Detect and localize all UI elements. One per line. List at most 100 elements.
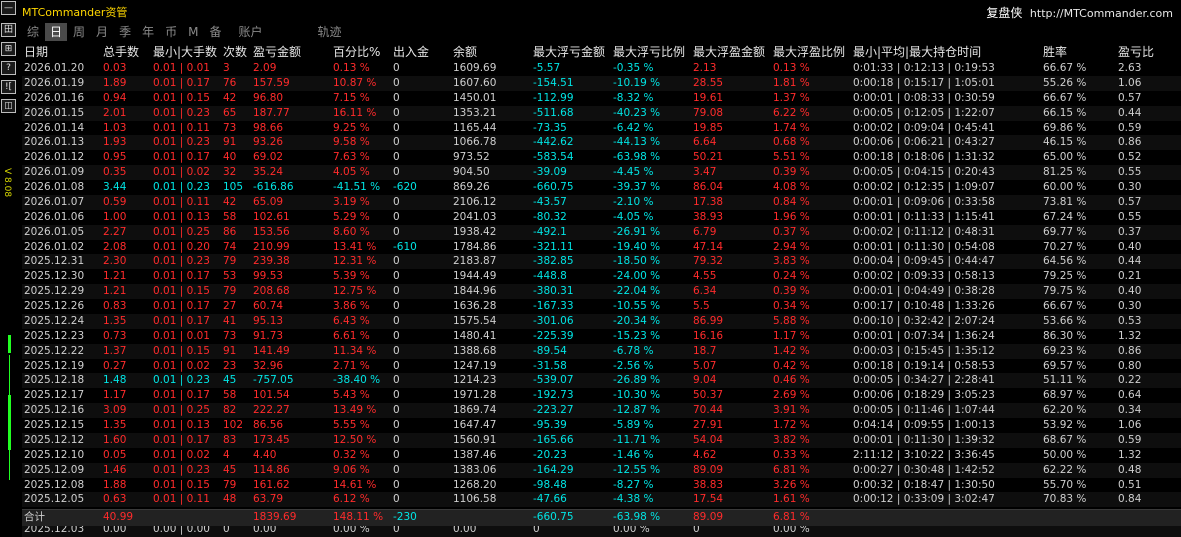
table-row[interactable]: 2026.01.07 0.59 0.01 | 0.11 42 65.09 3.19 % 0 2… <box>22 194 1181 210</box>
cell-max-float-profit: 5.5 <box>693 300 710 312</box>
table-row[interactable]: 2025.12.24 1.35 0.01 | 0.17 41 95.13 6.43 % 0 1… <box>22 313 1181 329</box>
cell-max-float-profit-pct: 1.74 % <box>773 121 810 134</box>
column-header-max-float-profit-pct[interactable]: 最大浮盈比例 <box>773 43 845 61</box>
column-header-date[interactable]: 日期 <box>24 43 48 61</box>
cell-max-float-profit-pct: 1.37 % <box>773 91 810 104</box>
tab-account[interactable]: 账户 <box>233 23 267 41</box>
table-row[interactable]: 2026.01.08 3.44 0.01 | 0.23 105 -616.86 -41.5… <box>22 180 1181 195</box>
grid-icon[interactable]: 田 <box>1 23 16 37</box>
table-row[interactable]: 2025.12.26 0.83 0.01 | 0.17 27 60.74 3.86 % 0 1… <box>22 299 1181 314</box>
window-icon[interactable]: ◫ <box>1 99 16 113</box>
cell-max-float-loss-pct: -4.38 % <box>613 493 654 506</box>
tab-quarter[interactable]: 季 <box>114 23 136 41</box>
help-icon[interactable]: ? <box>1 61 16 75</box>
column-header-balance[interactable]: 余额 <box>453 43 477 61</box>
table-row[interactable]: 2025.12.08 1.88 0.01 | 0.15 79 161.62 14.61 %… <box>22 478 1181 493</box>
minimize-icon[interactable]: — <box>1 1 16 15</box>
cell-max-float-loss-pct: -2.10 % <box>613 195 654 208</box>
column-header-max-float-profit[interactable]: 最大浮盈金额 <box>693 43 765 61</box>
cell-date: 2026.01.14 <box>24 121 85 134</box>
table-row[interactable]: 2025.12.30 1.21 0.01 | 0.17 53 99.53 5.39 % 0 1… <box>22 269 1181 284</box>
cell-total-lots: 3.09 <box>103 404 127 417</box>
cell-cash-flow: 0 <box>393 478 400 491</box>
table-row[interactable]: 2025.12.15 1.35 0.01 | 0.13 102 86.56 5.55 % 0… <box>22 418 1181 433</box>
table-row[interactable]: 2026.01.20 0.03 0.01 | 0.01 3 2.09 0.13 % 0 160… <box>22 61 1181 76</box>
column-header-hold-time[interactable]: 最小|平均|最大持仓时间 <box>853 43 981 61</box>
table-row[interactable]: 2026.01.09 0.35 0.01 | 0.02 32 35.24 4.05 % 0 9… <box>22 165 1181 180</box>
table-row[interactable]: 2025.12.09 1.46 0.01 | 0.23 45 114.86 9.06 % 0… <box>22 462 1181 478</box>
column-header-pnl[interactable]: 盈亏金额 <box>253 43 301 61</box>
cell-hold-time: 0:00:02 | 0:11:12 | 0:48:31 <box>853 225 995 238</box>
candle-mark <box>8 395 11 450</box>
cell-hold-time: 0:00:02 | 0:09:04 | 0:45:41 <box>853 121 995 134</box>
table-row[interactable]: 2025.12.16 3.09 0.01 | 0.25 82 222.27 13.49 %… <box>22 403 1181 418</box>
table-row[interactable]: 2026.01.14 1.03 0.01 | 0.11 73 98.66 9.25 % 0 1… <box>22 121 1181 136</box>
tab-year[interactable]: 年 <box>137 23 159 41</box>
cell-max-float-loss-pct: -26.91 % <box>613 225 661 238</box>
cell-max-float-loss: -492.1 <box>533 225 567 238</box>
table-row[interactable]: 2025.12.10 0.05 0.01 | 0.02 4 4.40 0.32 % 0 138… <box>22 448 1181 463</box>
cell-date: 2026.01.05 <box>24 225 85 238</box>
table-row[interactable]: 2026.01.13 1.93 0.01 | 0.23 91 93.26 9.58 % 0 1… <box>22 135 1181 151</box>
cell-balance: 1944.49 <box>453 270 497 283</box>
table-row[interactable]: 2025.12.29 1.21 0.01 | 0.15 79 208.68 12.75 %… <box>22 284 1181 299</box>
column-header-pnl-percent[interactable]: 百分比% <box>333 43 380 61</box>
cell-win-rate: 62.20 % <box>1043 404 1087 417</box>
cell-max-float-profit-pct: 1.17 % <box>773 329 810 342</box>
table-row[interactable]: 2026.01.15 2.01 0.01 | 0.23 65 187.77 16.11 %… <box>22 105 1181 121</box>
cell-hold-time: 0:00:17 | 0:10:48 | 1:33:26 <box>853 300 995 312</box>
column-header-total-lots[interactable]: 总手数 <box>103 43 139 61</box>
column-header-win-rate[interactable]: 胜率 <box>1043 43 1067 61</box>
cell-win-rate: 66.67 % <box>1043 91 1087 104</box>
cell-max-float-loss-pct: -0.35 % <box>613 62 654 74</box>
brand-url[interactable]: http://MTCommander.com <box>1030 7 1173 20</box>
cell-max-float-profit-pct: 0.39 % <box>773 166 810 179</box>
brand[interactable]: 复盘侠 http://MTCommander.com <box>986 4 1173 21</box>
column-header-trade-count[interactable]: 次数 <box>223 43 247 61</box>
tab-summary[interactable]: 综 <box>22 23 44 41</box>
column-header-min-max-lots[interactable]: 最小|大手数 <box>153 43 217 61</box>
column-header-pl-ratio[interactable]: 盈亏比 <box>1118 43 1154 61</box>
cell-trade-count: 48 <box>223 493 237 506</box>
cell-min-max-lots: 0.01 | 0.20 <box>153 240 210 253</box>
tab-m[interactable]: M <box>183 23 203 41</box>
column-header-cash-flow[interactable]: 出入金 <box>393 43 429 61</box>
table-row[interactable]: 2026.01.05 2.27 0.01 | 0.25 86 153.56 8.60 % 0… <box>22 224 1181 240</box>
cell-hold-time: 0:00:12 | 0:33:09 | 3:02:47 <box>853 493 995 506</box>
cell-max-float-profit-pct: 0.37 % <box>773 225 810 238</box>
tab-note[interactable]: 备 <box>204 23 226 41</box>
table-row[interactable]: 2026.01.19 1.89 0.01 | 0.17 76 157.59 10.87 %… <box>22 75 1181 91</box>
alert-icon[interactable]: ![ <box>1 80 16 94</box>
table-row[interactable]: 2025.12.22 1.37 0.01 | 0.15 91 141.49 11.34 %… <box>22 343 1181 359</box>
cell-balance: 1066.78 <box>453 136 497 149</box>
table-row[interactable]: 2025.12.23 0.73 0.01 | 0.01 73 91.73 6.61 % 0 1… <box>22 329 1181 344</box>
cell-cash-flow: 0 <box>393 419 400 431</box>
tab-track[interactable]: 轨迹 <box>313 23 347 41</box>
table-row[interactable]: 2025.12.19 0.27 0.01 | 0.02 23 32.96 2.71 % 0 1… <box>22 359 1181 374</box>
table-row[interactable]: 2025.12.05 0.63 0.01 | 0.11 48 63.79 6.12 % 0 1… <box>22 492 1181 508</box>
tab-month[interactable]: 月 <box>91 23 113 41</box>
cell-total-lots: 0.94 <box>103 91 127 104</box>
cell-hold-time: 0:00:01 | 0:07:34 | 1:36:24 <box>853 329 995 342</box>
tab-week[interactable]: 周 <box>68 23 90 41</box>
tab-day[interactable]: 日 <box>45 23 68 41</box>
table-row[interactable]: 2026.01.02 2.08 0.01 | 0.20 74 210.99 13.41 %… <box>22 240 1181 255</box>
table-row[interactable]: 2025.12.12 1.60 0.01 | 0.17 83 173.45 12.50 %… <box>22 432 1181 448</box>
cell-pnl: 95.13 <box>253 314 284 327</box>
table-row[interactable]: 2026.01.06 1.00 0.01 | 0.13 58 102.61 5.29 % 0… <box>22 210 1181 225</box>
table-row[interactable]: 2026.01.16 0.94 0.01 | 0.15 42 96.80 7.15 % 0 1… <box>22 91 1181 106</box>
cell-max-float-profit-pct: 1.96 % <box>773 210 810 223</box>
totals-pct: 148.11 % <box>333 511 384 523</box>
table-row[interactable]: 2025.12.31 2.30 0.01 | 0.23 79 239.38 12.31 %… <box>22 254 1181 270</box>
cell-pnl: 157.59 <box>253 76 290 89</box>
table-row[interactable]: 2025.12.17 1.17 0.01 | 0.17 58 101.54 5.43 % 0… <box>22 388 1181 403</box>
table-row[interactable]: 2025.12.18 1.48 0.01 | 0.23 45 -757.05 -38.40… <box>22 373 1181 389</box>
column-header-max-float-loss-pct[interactable]: 最大浮亏比例 <box>613 43 685 61</box>
cell-max-float-profit-pct: 0.13 % <box>773 62 810 74</box>
column-header-max-float-loss[interactable]: 最大浮亏金额 <box>533 43 605 61</box>
table-row[interactable]: 2026.01.12 0.95 0.01 | 0.17 40 69.02 7.63 % 0 9… <box>22 150 1181 165</box>
tab-currency[interactable]: 币 <box>160 23 182 41</box>
layout-icon[interactable]: ⊞ <box>1 42 16 56</box>
cell-cash-flow: 0 <box>393 62 400 74</box>
cell-win-rate: 66.15 % <box>1043 106 1087 119</box>
